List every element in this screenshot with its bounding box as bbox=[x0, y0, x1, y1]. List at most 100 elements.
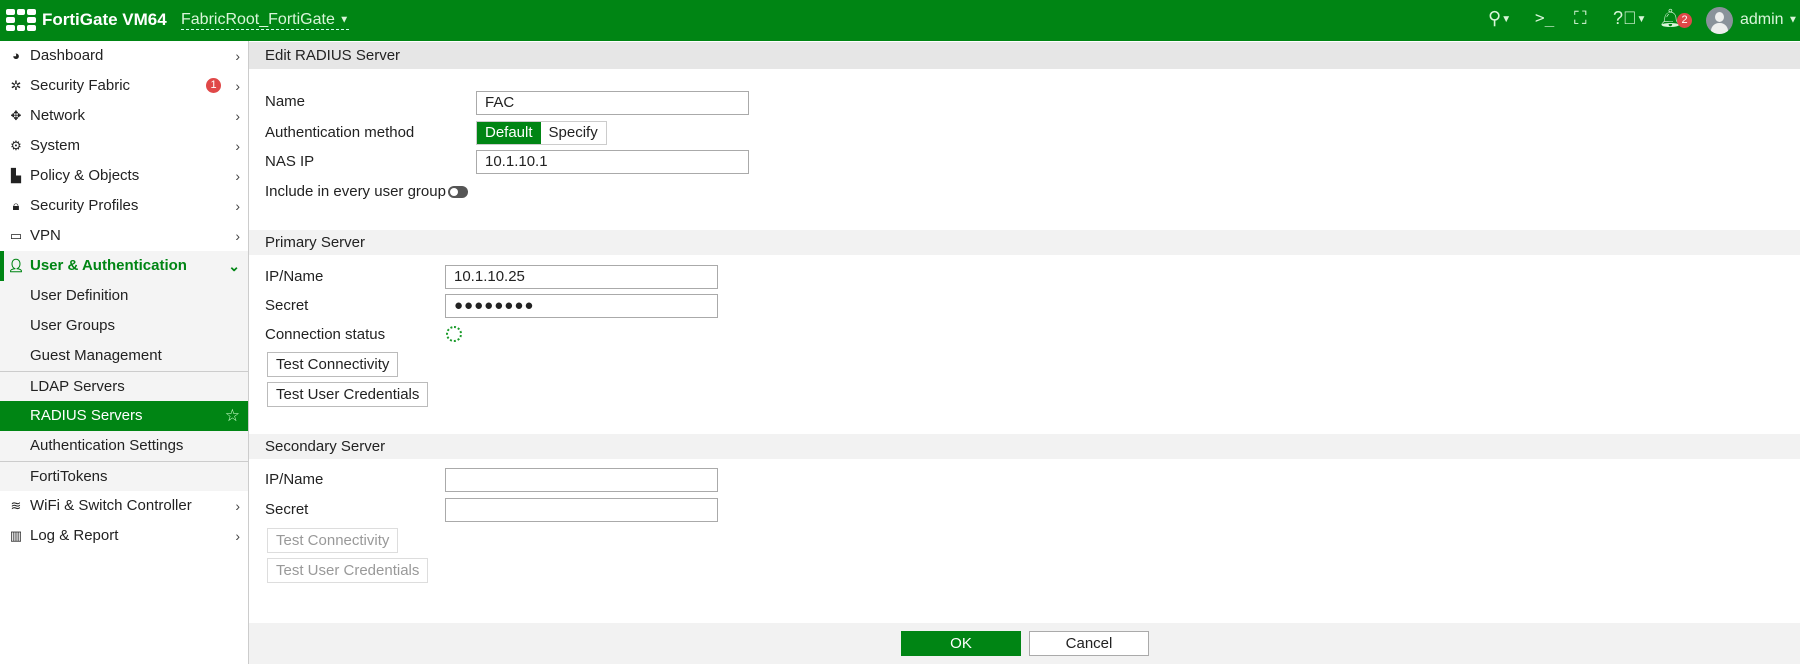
fortinet-logo-icon bbox=[6, 9, 36, 31]
chevron-right-icon: › bbox=[235, 168, 240, 184]
sidebar-item-vpn[interactable]: ▭ VPN › bbox=[0, 221, 248, 251]
sidebar-item-label: WiFi & Switch Controller bbox=[30, 497, 192, 514]
sidebar-item-security-profiles[interactable]: 🔒︎ Security Profiles › bbox=[0, 191, 248, 221]
top-header: FortiGate VM64 FabricRoot_FortiGate ▼ ⚲▼… bbox=[0, 0, 1800, 41]
vdom-selector[interactable]: FabricRoot_FortiGate ▼ bbox=[181, 11, 350, 30]
connection-status-label: Connection status bbox=[265, 326, 386, 343]
fullscreen-icon[interactable]: ⛶ bbox=[1574, 8, 1587, 29]
sidebar-item-label: Security Profiles bbox=[30, 197, 139, 214]
secondary-test-credentials-button[interactable]: Test User Credentials bbox=[267, 558, 429, 583]
page-title: Edit RADIUS Server bbox=[249, 42, 1800, 69]
primary-test-connectivity-button[interactable]: Test Connectivity bbox=[267, 352, 399, 377]
sidebar-item-label: Security Fabric bbox=[30, 77, 131, 94]
sidebar-item-dashboard[interactable]: ◕ Dashboard › bbox=[0, 41, 248, 71]
auth-method-toggle: Default Specify bbox=[476, 121, 607, 145]
dashboard-icon: ◕ bbox=[12, 48, 20, 63]
secondary-secret-label: Secret bbox=[265, 501, 309, 518]
sidebar-item-label: System bbox=[30, 137, 81, 154]
sidebar-item-label: Network bbox=[30, 107, 86, 124]
edit-radius-server-form: Edit RADIUS Server Name FAC Authenticati… bbox=[249, 41, 1800, 664]
chevron-right-icon: › bbox=[235, 138, 240, 154]
sidebar-item-label: User Groups bbox=[30, 317, 116, 334]
notification-badge: 2 bbox=[1677, 13, 1692, 28]
secondary-ip-label: IP/Name bbox=[265, 471, 324, 488]
ok-button[interactable]: OK bbox=[901, 631, 1021, 656]
caret-down-icon: ▼ bbox=[339, 14, 350, 26]
primary-ip-input[interactable]: 10.1.10.25 bbox=[445, 265, 718, 289]
primary-server-header: Primary Server bbox=[249, 230, 1800, 255]
policy-icon: ▙ bbox=[11, 168, 21, 183]
sidebar-item-user-groups[interactable]: User Groups bbox=[0, 311, 248, 341]
sidebar-item-wifi-switch-controller[interactable]: ≋ WiFi & Switch Controller › bbox=[0, 491, 248, 521]
name-label: Name bbox=[265, 93, 306, 110]
sidebar-item-user-authentication[interactable]: 👤︎ User & Authentication ⌄ bbox=[0, 251, 248, 281]
vdom-label: FabricRoot_FortiGate bbox=[181, 11, 335, 28]
nas-ip-input[interactable]: 10.1.10.1 bbox=[476, 150, 749, 174]
sidebar: ◕ Dashboard › ✲ Security Fabric 1 › ✥ Network ›… bbox=[0, 41, 249, 664]
sidebar-item-system[interactable]: ⚙ System › bbox=[0, 131, 248, 161]
sidebar-item-fortitokens[interactable]: FortiTokens bbox=[0, 461, 248, 491]
sidebar-item-label: VPN bbox=[30, 227, 61, 244]
secondary-ip-input[interactable] bbox=[445, 468, 718, 492]
chevron-right-icon: › bbox=[235, 228, 240, 244]
chevron-right-icon: › bbox=[235, 108, 240, 124]
include-user-group-label: Include in every user group bbox=[265, 183, 446, 200]
star-icon[interactable]: ☆ bbox=[225, 401, 240, 431]
lock-icon: 🔒︎ bbox=[12, 198, 20, 213]
sidebar-item-label: User & Authentication bbox=[30, 257, 187, 274]
cancel-button[interactable]: Cancel bbox=[1029, 631, 1149, 656]
notification-badge: 1 bbox=[206, 78, 221, 93]
primary-secret-label: Secret bbox=[265, 297, 309, 314]
chevron-right-icon: › bbox=[235, 48, 240, 64]
sidebar-item-label: LDAP Servers bbox=[30, 378, 125, 395]
primary-test-credentials-button[interactable]: Test User Credentials bbox=[267, 382, 429, 407]
sidebar-item-user-definition[interactable]: User Definition bbox=[0, 281, 248, 311]
laptop-icon: ▭ bbox=[9, 228, 23, 243]
chevron-right-icon: › bbox=[235, 498, 240, 514]
sidebar-item-authentication-settings[interactable]: Authentication Settings bbox=[0, 431, 248, 461]
secondary-test-connectivity-button[interactable]: Test Connectivity bbox=[267, 528, 399, 553]
sidebar-item-network[interactable]: ✥ Network › bbox=[0, 101, 248, 131]
chart-icon: ▥ bbox=[9, 528, 23, 543]
sidebar-item-label: FortiTokens bbox=[30, 468, 108, 485]
chevron-right-icon: › bbox=[235, 528, 240, 544]
search-icon[interactable]: ⚲▼ bbox=[1488, 8, 1511, 29]
sidebar-item-log-report[interactable]: ▥ Log & Report › bbox=[0, 521, 248, 551]
sidebar-item-label: RADIUS Servers bbox=[30, 407, 143, 424]
auth-default-option[interactable]: Default bbox=[477, 122, 541, 144]
primary-secret-input[interactable]: ●●●●●●●● bbox=[445, 294, 718, 318]
chevron-right-icon: › bbox=[235, 198, 240, 214]
secondary-secret-input[interactable] bbox=[445, 498, 718, 522]
sidebar-item-ldap-servers[interactable]: LDAP Servers bbox=[0, 371, 248, 401]
chevron-down-icon: ⌄ bbox=[228, 258, 240, 274]
product-name: FortiGate VM64 bbox=[42, 10, 167, 29]
sidebar-item-label: Policy & Objects bbox=[30, 167, 140, 184]
sidebar-item-policy-objects[interactable]: ▙ Policy & Objects › bbox=[0, 161, 248, 191]
cli-console-icon[interactable]: >_ bbox=[1535, 8, 1554, 27]
sidebar-item-label: Dashboard bbox=[30, 47, 104, 64]
sidebar-item-security-fabric[interactable]: ✲ Security Fabric 1 › bbox=[0, 71, 248, 101]
secondary-server-header: Secondary Server bbox=[249, 434, 1800, 459]
network-icon: ✥ bbox=[10, 108, 22, 123]
username: admin bbox=[1740, 11, 1784, 28]
sidebar-item-label: User Definition bbox=[30, 287, 129, 304]
sidebar-item-radius-servers[interactable]: RADIUS Servers ☆ bbox=[0, 401, 248, 431]
user-icon: 👤︎ bbox=[7, 258, 25, 273]
auth-specify-option[interactable]: Specify bbox=[541, 122, 606, 144]
chevron-right-icon: › bbox=[235, 78, 240, 94]
primary-ip-label: IP/Name bbox=[265, 268, 324, 285]
name-input[interactable]: FAC bbox=[476, 91, 749, 115]
include-user-group-toggle[interactable] bbox=[448, 186, 468, 198]
help-icon[interactable]: ?⃝▼ bbox=[1613, 8, 1646, 29]
avatar[interactable] bbox=[1706, 7, 1733, 34]
nas-ip-label: NAS IP bbox=[265, 153, 315, 170]
loading-spinner-icon bbox=[446, 326, 462, 342]
sidebar-item-label: Guest Management bbox=[30, 347, 162, 364]
wifi-icon: ≋ bbox=[10, 498, 22, 513]
form-footer: OK Cancel bbox=[249, 623, 1800, 664]
user-menu[interactable]: admin ▼ bbox=[1740, 11, 1798, 29]
auth-method-label: Authentication method bbox=[265, 124, 415, 141]
security-fabric-icon: ✲ bbox=[10, 78, 22, 93]
sidebar-item-label: Log & Report bbox=[30, 527, 119, 544]
sidebar-item-guest-management[interactable]: Guest Management bbox=[0, 341, 248, 371]
